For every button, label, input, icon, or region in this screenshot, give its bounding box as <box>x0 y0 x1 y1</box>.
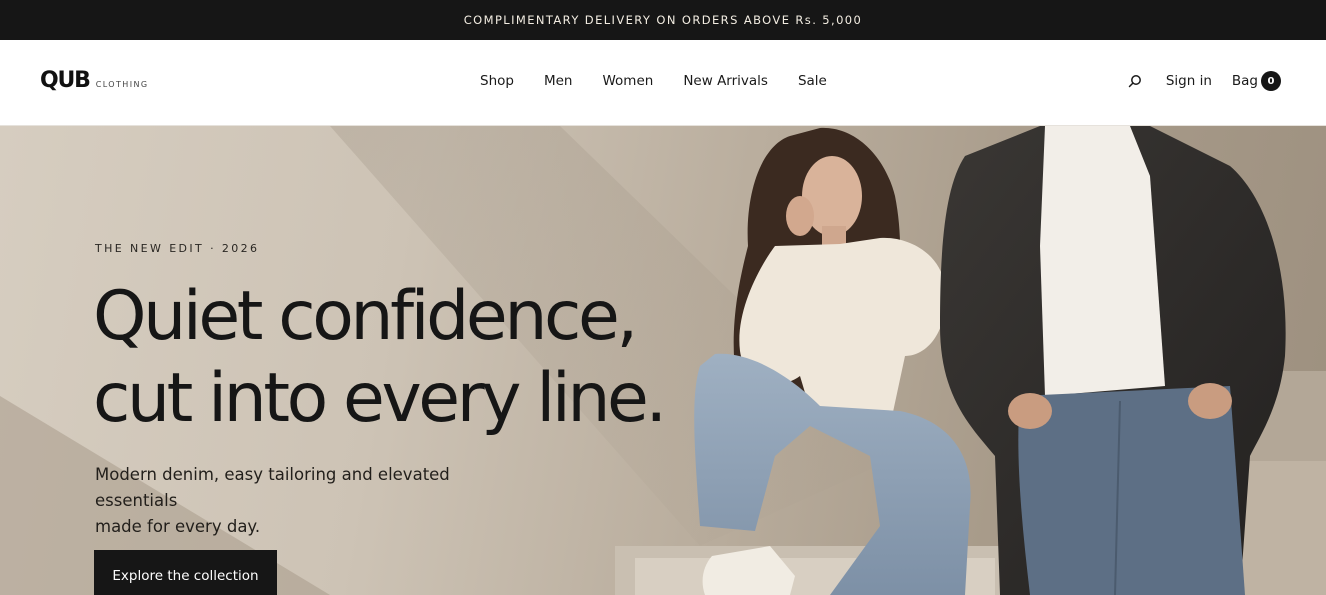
hero-headline-line-1: Quiet confidence, <box>93 277 638 356</box>
header-utilities: Sign in Bag 0 <box>1126 71 1281 91</box>
main-nav: Shop Men Women New Arrivals Sale <box>480 73 827 89</box>
hero-headline: Quiet confidence, cut into every line. <box>93 276 733 440</box>
hero-subcopy: Modern denim, easy tailoring and elevate… <box>95 462 535 540</box>
site-header: QUB CLOTHING Shop Men Women New Arrivals… <box>0 40 1326 126</box>
nav-women[interactable]: Women <box>602 73 653 89</box>
brand-name: QUB <box>40 68 91 93</box>
bag-button[interactable]: Bag 0 <box>1232 71 1281 91</box>
nav-sale[interactable]: Sale <box>798 73 827 89</box>
announcement-text: COMPLIMENTARY DELIVERY ON ORDERS ABOVE R… <box>463 13 863 27</box>
hero-eyebrow: THE NEW EDIT · 2026 <box>95 242 260 255</box>
hero-subcopy-line-2: made for every day. <box>95 517 261 536</box>
hero-subcopy-line-1: Modern denim, easy tailoring and elevate… <box>95 465 450 510</box>
bag-label: Bag <box>1231 73 1258 89</box>
brand-tagline: CLOTHING <box>95 80 149 89</box>
hero-headline-line-2: cut into every line. <box>93 359 667 438</box>
hero-section: THE NEW EDIT · 2026 Quiet confidence, cu… <box>0 126 1326 595</box>
search-icon[interactable] <box>1126 72 1144 90</box>
nav-men[interactable]: Men <box>544 73 573 89</box>
bag-count-badge: 0 <box>1261 71 1281 91</box>
nav-new-arrivals[interactable]: New Arrivals <box>683 73 768 89</box>
brand-logo[interactable]: QUB CLOTHING <box>40 68 148 93</box>
announcement-bar: COMPLIMENTARY DELIVERY ON ORDERS ABOVE R… <box>0 0 1326 40</box>
explore-collection-button[interactable]: Explore the collection <box>94 550 277 595</box>
sign-in-link[interactable]: Sign in <box>1166 73 1212 89</box>
nav-shop[interactable]: Shop <box>480 73 514 89</box>
